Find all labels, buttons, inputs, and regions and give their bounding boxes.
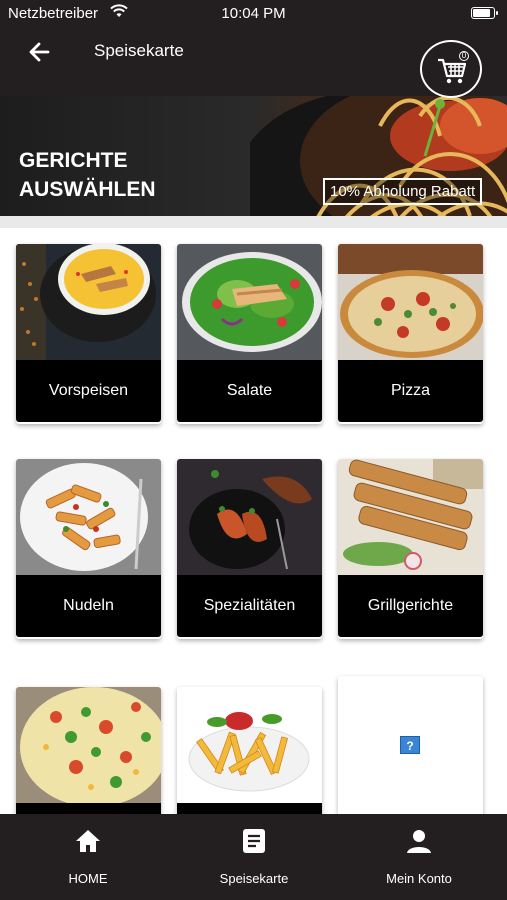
divider — [0, 216, 507, 228]
category-label: Grillgerichte — [338, 575, 483, 637]
category-card-salate[interactable]: Salate — [177, 244, 322, 424]
category-label: Vorspeisen — [16, 360, 161, 422]
category-label — [16, 803, 161, 814]
hero-banner: GERICHTE AUSWÄHLEN 10% Abholung Rabatt — [0, 96, 507, 216]
category-card-nudeln[interactable]: Nudeln — [16, 459, 161, 639]
pasta-image — [16, 459, 161, 575]
cart-button[interactable]: 0 — [420, 40, 482, 98]
menu-screen: Netzbetreiber 10:04 PM Speisekarte 0 GER… — [0, 0, 507, 900]
category-grid: Vorspeisen Salate Pizza Nudeln Spezialit… — [0, 228, 507, 814]
user-icon — [407, 830, 431, 853]
back-button[interactable] — [26, 38, 54, 66]
category-label: Salate — [177, 360, 322, 422]
status-time: 10:04 PM — [221, 5, 286, 22]
missing-image-icon: ? — [400, 736, 420, 754]
hero-title: GERICHTE AUSWÄHLEN — [19, 149, 156, 201]
category-label: Spezialitäten — [177, 575, 322, 637]
category-label: Pizza — [338, 360, 483, 422]
menu-list-icon — [243, 829, 265, 853]
category-label — [177, 803, 322, 814]
nav-label: Mein Konto — [386, 871, 452, 886]
category-card-spezialitaeten[interactable]: Spezialitäten — [177, 459, 322, 639]
soup-image — [16, 244, 161, 360]
category-card-vorspeisen[interactable]: Vorspeisen — [16, 244, 161, 424]
battery-icon — [471, 7, 498, 19]
page-title: Speisekarte — [94, 41, 184, 60]
battery-level — [473, 9, 491, 17]
category-card-auflauf[interactable] — [16, 687, 161, 814]
cart-count-badge: 0 — [459, 51, 469, 61]
fries-image — [177, 687, 322, 803]
salad-image — [177, 244, 322, 360]
category-card-pizza[interactable]: Pizza — [338, 244, 483, 424]
category-label: Nudeln — [16, 575, 161, 637]
category-card-grillgerichte[interactable]: Grillgerichte — [338, 459, 483, 639]
discount-badge: 10% Abholung Rabatt — [323, 178, 483, 205]
status-bar: Netzbetreiber 10:04 PM — [0, 0, 507, 28]
nav-mein-konto[interactable]: Mein Konto — [369, 814, 469, 900]
grill-image — [338, 459, 483, 575]
category-card-beilagen[interactable] — [177, 687, 322, 814]
category-card-placeholder[interactable]: ? — [338, 676, 483, 814]
nav-label: Speisekarte — [219, 871, 289, 886]
nav-label: HOME — [68, 871, 108, 886]
nav-home[interactable]: HOME — [38, 814, 138, 900]
arrow-left-icon — [29, 42, 50, 62]
casserole-image — [16, 687, 161, 803]
home-icon — [76, 830, 100, 852]
specialties-image — [177, 459, 322, 575]
bottom-navigation: HOME Speisekarte Mein Konto — [0, 814, 507, 900]
nav-speisekarte[interactable]: Speisekarte — [204, 814, 304, 900]
pizza-image — [338, 244, 483, 360]
